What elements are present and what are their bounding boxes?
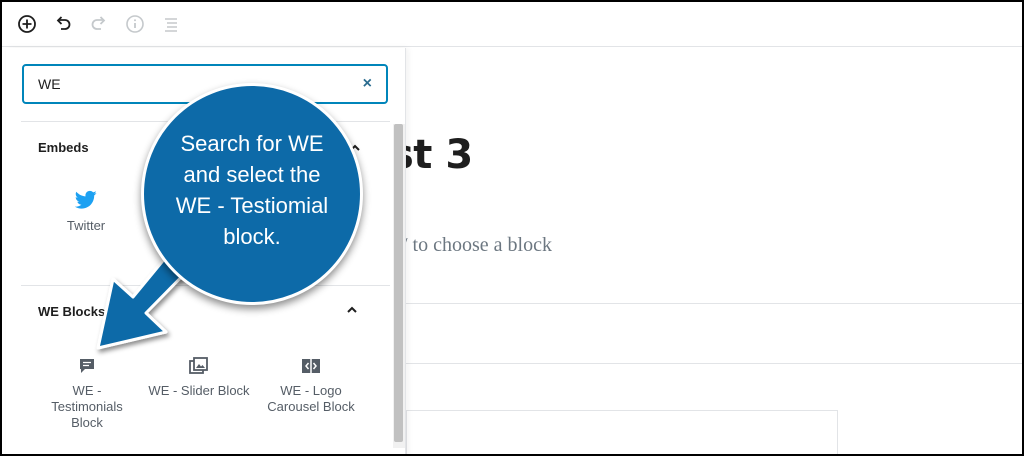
editor-window: st 3 / to choose a block WE × Embeds Twi… (0, 0, 1024, 456)
instruction-callout: Search for WE and select the WE - Testio… (141, 83, 363, 305)
callout-text: Search for WE and select the WE - Testio… (175, 131, 329, 249)
